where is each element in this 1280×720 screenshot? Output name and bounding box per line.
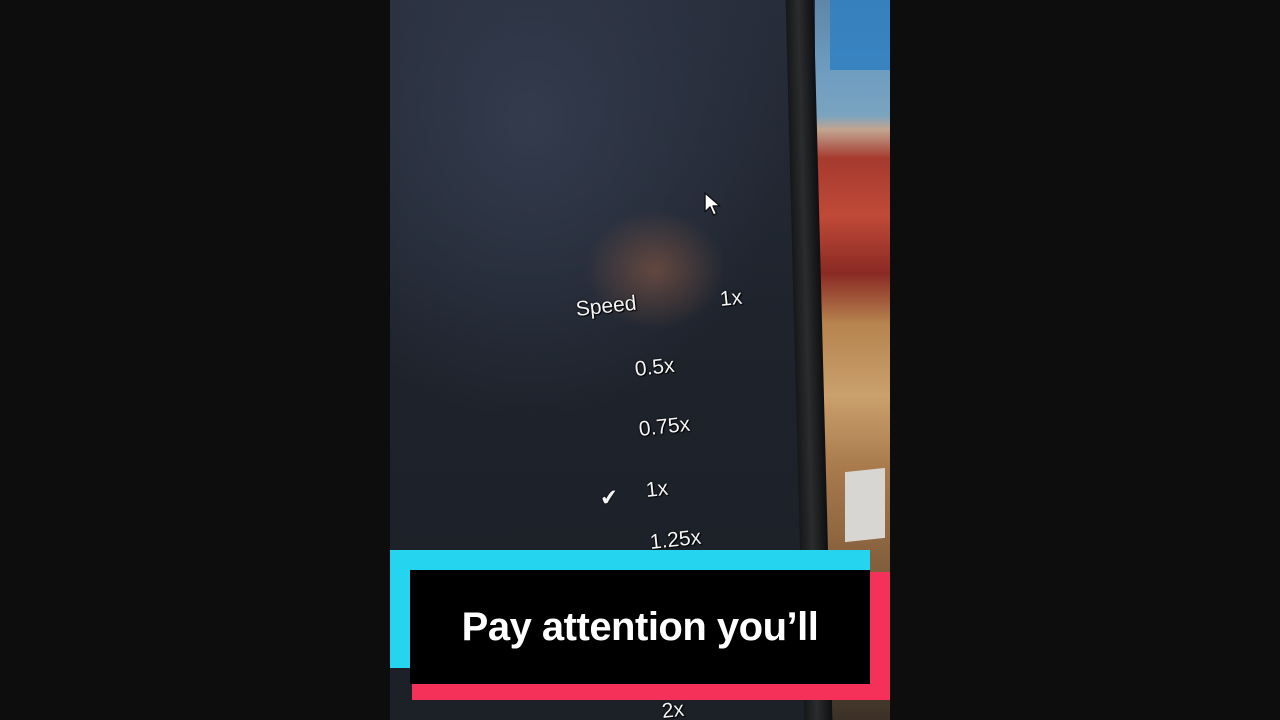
speed-current-value: 1x [718, 285, 744, 311]
background-box [845, 467, 885, 543]
mouse-cursor-icon [704, 192, 721, 216]
speed-option-0-5x[interactable]: 0.5x [634, 354, 676, 382]
caption-text: Pay attention you’ll [461, 605, 819, 649]
speed-option-2x[interactable]: 2x [661, 698, 686, 720]
checkmark-icon: ✔ [598, 484, 620, 511]
speed-option-0-75x[interactable]: 0.75x [638, 413, 692, 442]
speed-option-1x[interactable]: 1x [645, 477, 670, 503]
background-poster [830, 0, 890, 70]
speed-menu-header: Speed [574, 291, 638, 321]
video-stage: Speed 1x 0.5x 0.75x ✔ 1x 1.25x 2x Pay at… [0, 0, 1280, 720]
caption-banner: Pay attention you’ll [390, 550, 890, 700]
